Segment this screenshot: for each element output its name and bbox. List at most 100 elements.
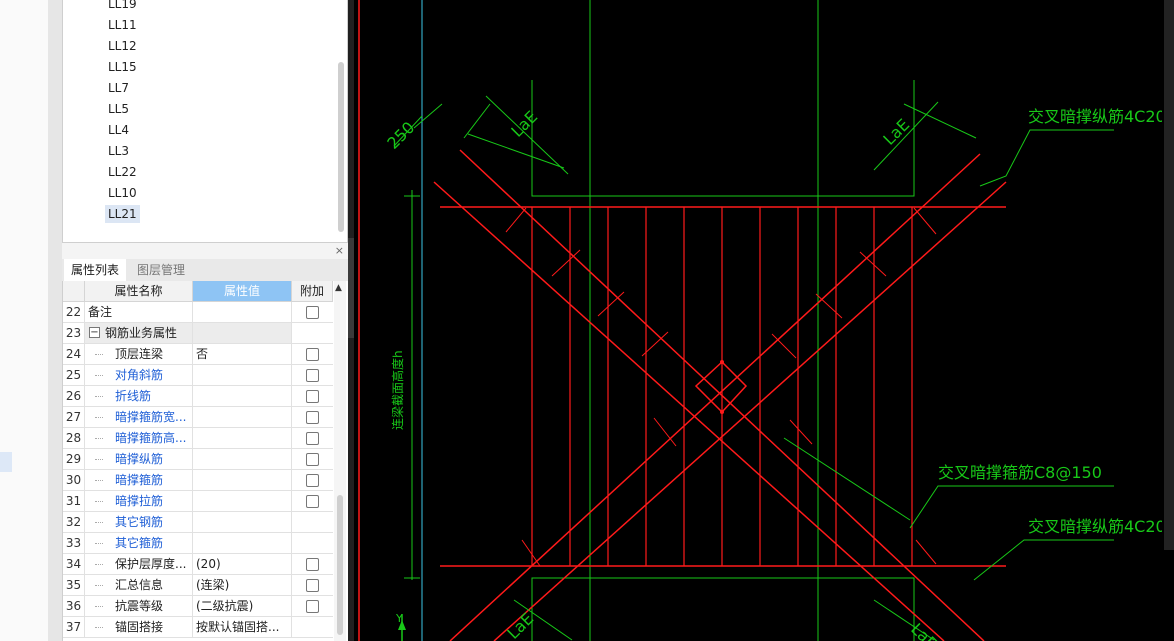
property-name: 暗撑纵筋 (115, 452, 164, 466)
cad-right-scrollbar[interactable] (1162, 0, 1174, 550)
property-value[interactable] (193, 512, 292, 532)
property-name: 锚固搭接 (115, 620, 164, 634)
collapse-icon[interactable]: − (89, 327, 100, 338)
table-row[interactable]: 35 汇总信息 (连梁) (63, 575, 333, 596)
additional-checkbox[interactable] (306, 495, 319, 508)
property-value[interactable] (193, 323, 292, 343)
tree-item[interactable]: LL11 (105, 16, 140, 34)
property-name: 其它箍筋 (115, 536, 164, 550)
tree-item[interactable]: LL15 (105, 58, 140, 76)
header-property-name[interactable]: 属性名称 (85, 281, 193, 302)
row-number: 30 (63, 470, 85, 490)
row-number: 34 (63, 554, 85, 574)
tree-line (95, 522, 103, 523)
additional-checkbox[interactable] (306, 306, 319, 319)
additional-checkbox[interactable] (306, 390, 319, 403)
table-row[interactable]: 27 暗撑箍筋宽... (63, 407, 333, 428)
additional-checkbox[interactable] (306, 579, 319, 592)
cad-drawing: 连梁截面高度h 交叉暗撑纵筋4C20 交叉暗撑箍筋C8@150 交叉暗撑纵筋4C… (358, 0, 1166, 641)
table-row[interactable]: 29 暗撑纵筋 (63, 449, 333, 470)
table-row[interactable]: 32 其它钢筋 (63, 512, 333, 533)
table-row[interactable]: 28 暗撑箍筋高... (63, 428, 333, 449)
table-row[interactable]: 37 锚固搭接 按默认锚固搭... (63, 617, 333, 638)
left-strip-selection[interactable] (0, 452, 12, 472)
row-number: 36 (63, 596, 85, 616)
tree-item[interactable]: LL12 (105, 37, 140, 55)
tree-item[interactable]: LL21 (105, 205, 140, 223)
tree-line (95, 543, 103, 544)
tab-layer-management[interactable]: 图层管理 (130, 259, 192, 281)
property-value[interactable]: (二级抗震) (193, 596, 292, 616)
row-number: 37 (63, 617, 85, 637)
table-row[interactable]: 26 折线筋 (63, 386, 333, 407)
row-number: 24 (63, 344, 85, 364)
table-row[interactable]: 30 暗撑箍筋 (63, 470, 333, 491)
tree-item[interactable]: LL5 (105, 100, 132, 118)
tree-item[interactable]: LL3 (105, 142, 132, 160)
additional-checkbox[interactable] (306, 369, 319, 382)
property-value[interactable]: (20) (193, 554, 292, 574)
property-value[interactable]: 按默认锚固搭... (193, 617, 292, 637)
property-value[interactable] (193, 365, 292, 385)
header-property-value[interactable]: 属性值 (193, 281, 292, 302)
leader-top-right (979, 129, 1114, 187)
table-row[interactable]: 25 对角斜筋 (63, 365, 333, 386)
additional-cell (292, 533, 333, 553)
additional-checkbox[interactable] (306, 411, 319, 424)
additional-cell (292, 344, 333, 364)
cad-drawing-viewport[interactable]: 连梁截面高度h 交叉暗撑纵筋4C20 交叉暗撑箍筋C8@150 交叉暗撑纵筋4C… (354, 0, 1174, 641)
scroll-up-arrow-icon[interactable]: ▲ (335, 283, 342, 293)
property-value[interactable] (193, 533, 292, 553)
lae-top-right: LaE (879, 115, 913, 149)
tree-item[interactable]: LL22 (105, 163, 140, 181)
tree-item[interactable]: LL4 (105, 121, 132, 139)
additional-checkbox[interactable] (306, 453, 319, 466)
property-name: 折线筋 (115, 389, 152, 403)
close-icon[interactable]: × (335, 244, 344, 257)
scroll-thumb[interactable] (337, 495, 343, 635)
tree-line (95, 606, 103, 607)
row-number: 33 (63, 533, 85, 553)
property-scrollbar[interactable]: ▲ (334, 281, 346, 641)
table-row[interactable]: 31 暗撑拉筋 (63, 491, 333, 512)
additional-checkbox[interactable] (306, 432, 319, 445)
property-value[interactable] (193, 386, 292, 406)
label-bottom-right: 交叉暗撑纵筋4C20 (1028, 517, 1166, 536)
additional-checkbox[interactable] (306, 600, 319, 613)
property-value[interactable] (193, 449, 292, 469)
component-tree-panel: LL19 LL11 LL12 LL15 LL7 LL5 LL4 LL3 LL22 LL10 LL21 (62, 0, 348, 243)
property-value[interactable] (193, 491, 292, 511)
additional-cell (292, 323, 333, 343)
tree-line (95, 438, 103, 439)
property-value[interactable]: (连梁) (193, 575, 292, 595)
additional-cell (292, 491, 333, 511)
table-row[interactable]: 24 顶层连梁 否 (63, 344, 333, 365)
tree-line (95, 459, 103, 460)
property-value[interactable]: 否 (193, 344, 292, 364)
height-label: 连梁截面高度h (390, 350, 405, 430)
property-name: 暗撑拉筋 (115, 494, 164, 508)
table-row[interactable]: 36 抗震等级 (二级抗震) (63, 596, 333, 617)
tab-property-list[interactable]: 属性列表 (64, 259, 127, 281)
panel-split-bar[interactable]: × (62, 243, 348, 259)
table-row[interactable]: 22 备注 (63, 302, 333, 323)
property-value[interactable] (193, 302, 292, 322)
property-name: 对角斜筋 (115, 368, 164, 382)
additional-checkbox[interactable] (306, 348, 319, 361)
tree-item[interactable]: LL7 (105, 79, 132, 97)
header-additional[interactable]: 附加 (292, 281, 333, 302)
additional-checkbox[interactable] (306, 558, 319, 571)
upper-wall-outline (531, 80, 915, 197)
table-row[interactable]: 34 保护层厚度... (20) (63, 554, 333, 575)
tree-scrollbar[interactable] (338, 62, 344, 232)
tree-item[interactable]: LL10 (105, 184, 140, 202)
tree-item[interactable]: LL19 (105, 0, 140, 13)
additional-checkbox[interactable] (306, 474, 319, 487)
property-value[interactable] (193, 428, 292, 448)
property-value[interactable] (193, 407, 292, 427)
tree-line (95, 354, 103, 355)
table-row[interactable]: 23− 钢筋业务属性 (63, 323, 333, 344)
property-value[interactable] (193, 470, 292, 490)
left-separator (48, 0, 62, 641)
table-row[interactable]: 33 其它箍筋 (63, 533, 333, 554)
